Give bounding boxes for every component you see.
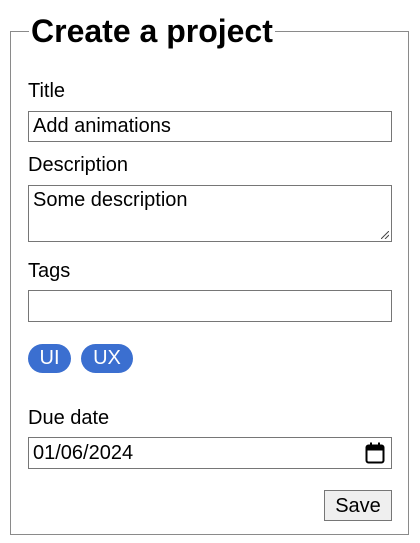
- tag-chip-ux[interactable]: UX: [81, 344, 133, 373]
- description-label: Description: [28, 154, 129, 176]
- tags-input[interactable]: [28, 290, 392, 322]
- calendar-icon[interactable]: [365, 442, 385, 464]
- description-textarea[interactable]: Some description: [28, 185, 392, 242]
- save-button[interactable]: Save: [324, 490, 392, 521]
- due-date-label: Due date: [28, 407, 110, 429]
- form-title: Create a project: [31, 13, 273, 49]
- resize-grip-icon[interactable]: [381, 231, 389, 239]
- tag-chip-ui[interactable]: UI: [28, 344, 71, 373]
- title-label: Title: [28, 80, 66, 102]
- title-input[interactable]: [28, 111, 392, 142]
- due-date-value: 01/06/2024: [33, 441, 134, 464]
- due-date-input[interactable]: 01/06/2024: [28, 437, 392, 469]
- tags-label: Tags: [28, 260, 71, 282]
